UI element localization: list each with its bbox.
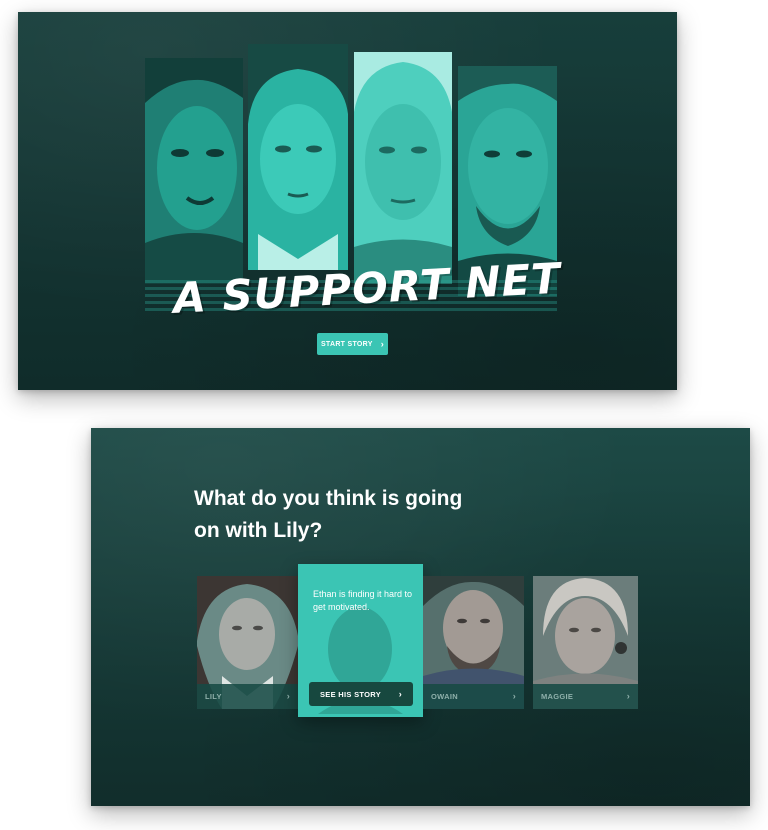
card-description: Ethan is finding it hard to get motivate… <box>313 589 413 612</box>
choice-panel: What do you think is going on with Lily?… <box>91 428 750 806</box>
character-card-lily[interactable]: LILY › <box>197 576 298 709</box>
start-story-button[interactable]: START STORY › <box>317 333 388 355</box>
chevron-right-icon: › <box>286 691 290 701</box>
see-his-story-button[interactable]: SEE HIS STORY › <box>309 682 413 706</box>
see-his-story-label: SEE HIS STORY <box>320 689 381 699</box>
character-card-maggie[interactable]: MAGGIE › <box>533 576 638 709</box>
card-label-maggie: MAGGIE <box>541 692 574 701</box>
card-label-bar: LILY › <box>197 684 298 709</box>
portrait-lily <box>248 44 348 270</box>
card-label-lily: LILY <box>205 692 222 701</box>
chevron-right-icon: › <box>512 691 516 701</box>
portrait-ethan <box>145 58 243 284</box>
chevron-right-icon: › <box>398 688 402 699</box>
card-label-bar: OWAIN › <box>423 684 524 709</box>
card-label-owain: OWAIN <box>431 692 458 701</box>
card-label-bar: MAGGIE › <box>533 684 638 709</box>
hero-panel: A SUPPORT NET START STORY › <box>18 12 677 390</box>
character-card-ethan-active[interactable]: Ethan is finding it hard to get motivate… <box>298 564 423 717</box>
character-card-owain[interactable]: OWAIN › <box>423 576 524 709</box>
question-line-1: What do you think is going <box>194 487 463 510</box>
question-line-2: on with Lily? <box>194 519 323 542</box>
chevron-right-icon: › <box>380 338 385 349</box>
portrait-maggie <box>354 52 452 284</box>
chevron-right-icon: › <box>626 691 630 701</box>
question-heading: What do you think is going on with Lily? <box>194 483 514 547</box>
start-story-label: START STORY <box>320 340 373 348</box>
